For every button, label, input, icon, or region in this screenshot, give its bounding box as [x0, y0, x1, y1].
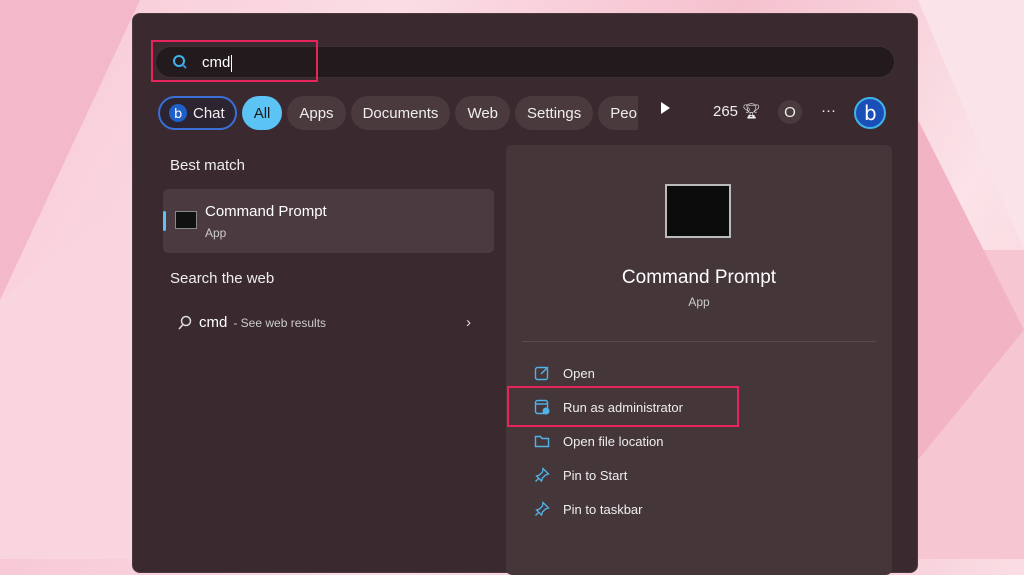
divider [522, 341, 876, 342]
cmd-app-large-icon [665, 184, 731, 238]
filter-web[interactable]: Web [455, 96, 511, 130]
pin-icon [535, 501, 550, 517]
folder-icon [534, 435, 550, 448]
svg-text:b: b [864, 101, 877, 125]
scroll-filters-right-button[interactable] [660, 102, 670, 114]
filter-all[interactable]: All [241, 96, 283, 130]
filter-chat[interactable]: b Chat [158, 96, 237, 130]
chevron-right-icon[interactable]: › [466, 314, 471, 331]
action-label: Pin to taskbar [563, 501, 643, 517]
search-panel: cmd b Chat All Apps Documents Web Settin… [132, 13, 918, 575]
action-pin-to-start[interactable]: Pin to Start [534, 467, 627, 483]
open-icon [534, 366, 549, 381]
run-as-admin-highlight-box [507, 386, 739, 427]
play-arrow-icon [661, 102, 670, 114]
trophy-icon: 🏆︎ [742, 103, 762, 120]
best-match-result[interactable]: Command Prompt App [163, 189, 494, 253]
web-query: cmd [199, 314, 228, 331]
bing-icon: b [169, 104, 187, 122]
best-match-heading: Best match [170, 157, 246, 174]
bing-chat-button[interactable]: b [853, 96, 887, 130]
svg-text:b: b [174, 107, 182, 122]
more-options-button[interactable]: ··· [821, 102, 836, 119]
cmd-app-icon [175, 211, 197, 229]
filter-documents[interactable]: Documents [350, 96, 451, 130]
filter-people[interactable]: Peo [598, 96, 639, 130]
detail-title: Command Prompt [621, 267, 777, 288]
action-label: Pin to Start [563, 467, 628, 483]
action-pin-to-taskbar[interactable]: Pin to taskbar [534, 501, 643, 517]
rewards-points[interactable]: 265 🏆︎ [713, 102, 762, 121]
action-open[interactable]: Open [534, 365, 595, 381]
search-highlight-box [151, 40, 318, 82]
action-open-file-location[interactable]: Open file location [534, 433, 663, 449]
points-value: 265 [713, 102, 739, 120]
web-suffix: - See web results [233, 315, 327, 330]
profile-button[interactable]: O [778, 100, 802, 124]
result-title: Command Prompt [205, 203, 327, 220]
detail-pane: Command Prompt App Open Run as administr… [506, 145, 892, 575]
action-label: Open [563, 365, 595, 381]
action-label: Open file location [563, 433, 664, 449]
filter-apps[interactable]: Apps [287, 96, 346, 130]
search-icon [178, 315, 192, 329]
filter-label: Chat [193, 104, 225, 122]
detail-type: App [688, 295, 710, 309]
pin-icon [535, 467, 550, 483]
search-web-heading: Search the web [170, 270, 275, 287]
filter-settings[interactable]: Settings [515, 96, 594, 130]
result-type: App [205, 226, 227, 240]
web-result[interactable]: cmd - See web results [177, 314, 326, 331]
